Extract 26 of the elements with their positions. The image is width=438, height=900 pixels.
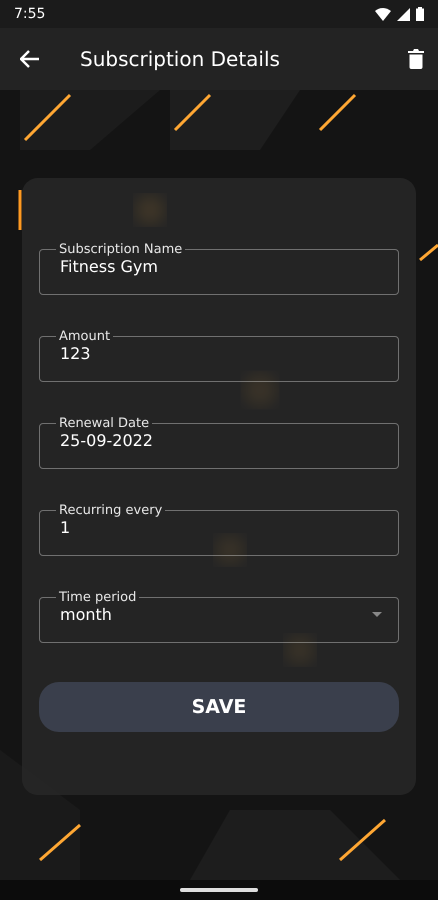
field-value: Fitness Gym (60, 257, 159, 276)
input-field[interactable]: Subscription Name Fitness Gym (39, 242, 399, 295)
arrow-left-icon (20, 50, 40, 68)
input-field[interactable]: Recurring every 1 (39, 503, 399, 556)
caret-icon (372, 612, 382, 617)
screen-title: Subscription Details (80, 47, 281, 71)
field-label: Time period (58, 590, 138, 605)
input-field[interactable]: Amount 123 (39, 329, 399, 382)
field-value: 123 (60, 344, 92, 363)
field-value: month (60, 605, 113, 624)
signal-icon (397, 8, 410, 20)
field-value: 1 (60, 518, 72, 537)
delete-button[interactable] (408, 49, 424, 69)
field-label: Renewal Date (58, 416, 150, 431)
dropdown-field[interactable]: Time period month (39, 590, 399, 643)
status-time: 7:55 (14, 6, 46, 22)
field-label: Subscription Name (58, 242, 184, 257)
field-value: 25-09-2022 (60, 431, 154, 450)
wifi-icon (375, 8, 391, 20)
back-button[interactable] (20, 50, 40, 68)
field-label: Recurring every (58, 503, 164, 518)
input-field[interactable]: Renewal Date 25-09-2022 (39, 416, 399, 469)
save-button[interactable]: SAVE (39, 682, 399, 732)
field-label: Amount (58, 329, 112, 344)
trash-icon (408, 49, 424, 69)
battery-icon (416, 7, 424, 21)
